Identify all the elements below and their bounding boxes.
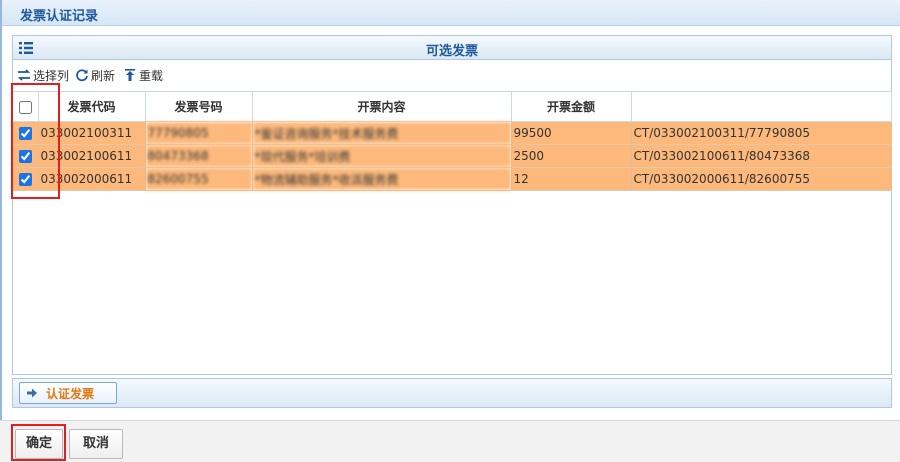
window-titlebar: 发票认证记录	[0, 0, 900, 26]
row-checkbox-cell	[13, 121, 39, 145]
invoice-table: 发票代码 发票号码 开票内容 开票金额 033002100311 7779080…	[13, 91, 892, 191]
table-header-row: 发票代码 发票号码 开票内容 开票金额	[13, 91, 892, 122]
column-header-content[interactable]: 开票内容	[252, 91, 512, 122]
column-header-number[interactable]: 发票号码	[145, 91, 253, 122]
invoice-path-cell: CT/033002000611/82600755	[631, 167, 892, 191]
invoice-code-cell: 033002000611	[38, 167, 146, 191]
verify-invoice-label: 认证发票	[46, 386, 95, 401]
invoice-code-cell: 033002100311	[38, 121, 146, 145]
invoice-content-cell: *现代服务*培训费	[252, 144, 512, 168]
panel-title: 可选发票	[425, 44, 478, 59]
arrow-right-icon	[27, 388, 37, 398]
cancel-button[interactable]: 取消	[69, 429, 123, 459]
table-row[interactable]: 033002000611 82600755 *物流辅助服务*收派服务费 12 C…	[13, 167, 892, 191]
invoice-amount-cell: 99500	[511, 121, 632, 145]
action-bar: 认证发票	[12, 378, 892, 408]
refresh-label: 刷新	[91, 68, 116, 83]
columns-icon	[17, 69, 31, 81]
invoice-amount-cell: 12	[511, 167, 632, 191]
refresh-button[interactable]: 刷新	[75, 66, 115, 84]
refresh-icon	[76, 69, 88, 82]
table-row[interactable]: 033002100611 80473368 *现代服务*培训费 2500 CT/…	[13, 144, 892, 168]
invoice-number-cell: 80473368	[145, 144, 253, 168]
invoice-content-cell: *鉴证咨询服务*技术服务费	[252, 121, 512, 145]
row-checkbox-cell	[13, 144, 39, 168]
invoice-code-cell: 033002100611	[38, 144, 146, 168]
select-columns-label: 选择列	[33, 68, 70, 83]
column-header-code[interactable]: 发票代码	[38, 91, 146, 122]
invoice-path-cell: CT/033002100311/77790805	[631, 121, 892, 145]
upload-icon	[125, 69, 135, 81]
row-checkbox[interactable]	[18, 150, 32, 163]
select-all-checkbox[interactable]	[18, 100, 32, 114]
grid-toolbar: 选择列 刷新 重载	[13, 64, 891, 84]
side-border	[0, 26, 2, 420]
window-title: 发票认证记录	[20, 9, 99, 24]
verify-invoice-button[interactable]: 认证发票	[19, 382, 117, 404]
invoice-path-cell: CT/033002100611/80473368	[631, 144, 892, 168]
panel-header: 可选发票	[13, 36, 891, 60]
column-header-path	[631, 91, 892, 122]
confirm-button[interactable]: 确定	[15, 429, 63, 459]
row-checkbox[interactable]	[18, 127, 32, 140]
row-checkbox[interactable]	[18, 173, 32, 186]
reload-label: 重载	[139, 68, 164, 83]
reload-button[interactable]: 重载	[123, 66, 163, 84]
select-all-header	[13, 91, 39, 122]
invoice-number-cell: 77790805	[145, 121, 253, 145]
dialog-footer: 确定 取消	[0, 420, 900, 462]
table-row[interactable]: 033002100311 77790805 *鉴证咨询服务*技术服务费 9950…	[13, 121, 892, 145]
row-checkbox-cell	[13, 167, 39, 191]
invoice-content-cell: *物流辅助服务*收派服务费	[252, 167, 512, 191]
invoice-panel: 可选发票 选择列 刷新 重载 发票代码 发票号码 开票内容 开票金额 03300…	[12, 35, 892, 375]
select-columns-button[interactable]: 选择列	[17, 66, 69, 84]
invoice-amount-cell: 2500	[511, 144, 632, 168]
column-header-amount[interactable]: 开票金额	[511, 91, 632, 122]
invoice-number-cell: 82600755	[145, 167, 253, 191]
